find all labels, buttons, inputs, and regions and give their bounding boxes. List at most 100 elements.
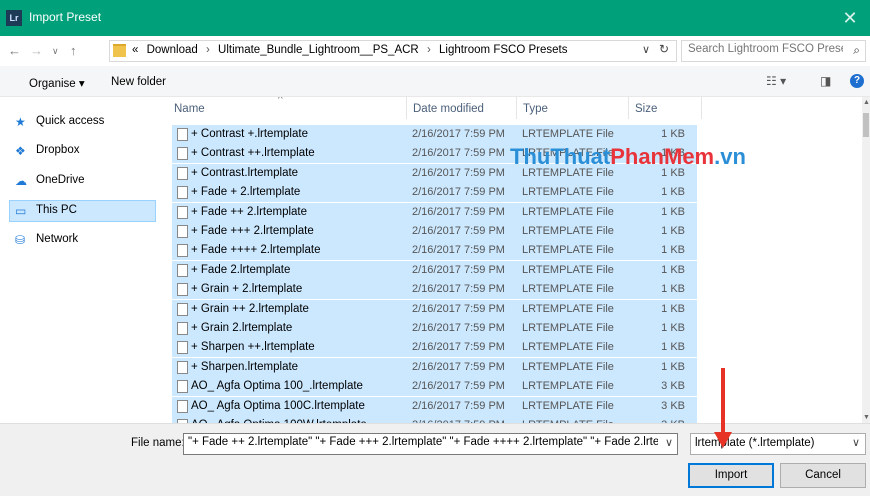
preview-pane-icon[interactable]: ◨ <box>820 74 831 88</box>
column-header-date-modified[interactable]: Date modified <box>413 103 484 125</box>
refresh-icon[interactable]: ↻ <box>659 42 669 56</box>
column-divider[interactable] <box>628 97 629 119</box>
file-name: + Sharpen.lrtemplate <box>191 360 299 373</box>
file-type: LRTEMPLATE File <box>522 302 614 315</box>
cancel-button[interactable]: Cancel <box>780 463 866 488</box>
file-type: LRTEMPLATE File <box>522 225 614 237</box>
file-type: LRTEMPLATE File <box>522 263 614 276</box>
file-size: 1 KB <box>661 186 685 199</box>
search-icon[interactable]: ⌕ <box>853 43 860 58</box>
window-title: Import Preset <box>29 10 102 24</box>
breadcrumb-ultimate-bundle[interactable]: Ultimate_Bundle_Lightroom__PS_ACR <box>218 44 419 56</box>
search-input[interactable] <box>688 43 843 55</box>
document-icon <box>177 360 188 374</box>
file-row[interactable]: AO_ Agfa Optima 100C.lrtemplate 2/16/2017… <box>172 396 697 416</box>
recent-locations-chevron-icon[interactable]: ∨ <box>52 46 59 57</box>
file-row[interactable]: + Grain ++ 2.lrtemplate 2/16/2017 7:59 PM… <box>172 299 697 319</box>
scroll-up-icon[interactable]: ▲ <box>863 99 870 106</box>
sidebar-item-label: Quick access <box>36 115 105 127</box>
document-icon <box>177 186 188 200</box>
file-date-modified: 2/16/2017 7:59 PM <box>412 399 505 412</box>
file-row[interactable]: + Grain 2.lrtemplate 2/16/2017 7:59 PM LRT… <box>172 319 697 338</box>
document-icon <box>177 147 188 161</box>
new-folder-button[interactable]: New folder <box>111 76 166 88</box>
file-size: 3 KB <box>661 399 685 412</box>
chevron-down-icon[interactable]: ∨ <box>665 436 673 449</box>
column-header-size[interactable]: Size <box>635 103 657 125</box>
file-type: LRTEMPLATE File <box>522 283 614 296</box>
file-size: 1 KB <box>661 128 685 140</box>
breadcrumb-download[interactable]: Download <box>147 44 198 56</box>
document-icon <box>177 166 188 180</box>
star-icon: ★ <box>15 115 26 129</box>
file-row[interactable]: AO_ Agfa Optima 100W.lrtemplate2/16/2017… <box>172 416 697 423</box>
file-row[interactable]: + Sharpen ++.lrtemplate 2/16/2017 7:59 PM… <box>172 338 697 358</box>
document-icon <box>177 205 188 219</box>
document-icon <box>177 341 188 355</box>
sidebar-item-quick-access[interactable]: ★ Quick access <box>10 112 155 132</box>
path-dropdown-icon[interactable]: ∨ <box>642 43 650 56</box>
view-options-icon[interactable]: ☷ ▾ <box>766 74 786 88</box>
file-date-modified: 2/16/2017 7:59 PM <box>412 360 505 373</box>
column-divider[interactable] <box>701 97 702 119</box>
column-divider[interactable] <box>406 97 407 119</box>
breadcrumb[interactable]: « Download › Ultimate_Bundle_Lightroom__… <box>132 44 567 56</box>
column-header-name[interactable]: Name <box>174 103 205 125</box>
scroll-down-icon[interactable]: ▼ <box>863 414 870 421</box>
file-row[interactable]: + Fade + 2.lrtemplate 2/16/2017 7:59 PM LR… <box>172 183 697 203</box>
organise-button[interactable]: Organise ▾ <box>29 76 85 90</box>
file-row[interactable]: + Fade +++ 2.lrtemplate 2/16/2017 7:59 PM… <box>172 222 697 241</box>
folder-icon <box>113 44 126 57</box>
file-type: LRTEMPLATE File <box>522 399 614 412</box>
document-icon <box>177 244 188 258</box>
file-type: LRTEMPLATE File <box>522 128 614 140</box>
file-row[interactable]: AO_ Agfa Optima 100_.lrtemplate 2/16/2017… <box>172 377 697 397</box>
file-name: + Fade ++++ 2.lrtemplate <box>191 244 321 257</box>
document-icon <box>177 263 188 277</box>
file-size: 1 KB <box>661 205 685 218</box>
file-row[interactable]: + Contrast +.lrtemplate 2/16/2017 7:59 PM… <box>172 125 697 144</box>
path-box[interactable]: « Download › Ultimate_Bundle_Lightroom__… <box>109 40 677 62</box>
file-date-modified: 2/16/2017 7:59 PM <box>412 380 505 393</box>
watermark-part-1: ThuThuat <box>510 144 611 169</box>
column-header-type[interactable]: Type <box>523 103 548 125</box>
sidebar-item-onedrive[interactable]: ☁ OneDrive <box>10 171 155 191</box>
file-type: LRTEMPLATE File <box>522 205 614 218</box>
vertical-scrollbar[interactable]: ▲ ▼ <box>862 97 870 423</box>
file-name-input[interactable] <box>188 436 658 448</box>
import-button[interactable]: Import <box>688 463 774 488</box>
scrollbar-thumb[interactable] <box>863 113 869 137</box>
file-size: 1 KB <box>661 263 685 276</box>
search-box[interactable]: ⌕ <box>681 40 866 62</box>
up-arrow-icon[interactable]: ↑ <box>70 43 77 58</box>
file-type: LRTEMPLATE File <box>522 186 614 199</box>
column-divider[interactable] <box>516 97 517 119</box>
file-name: + Grain ++ 2.lrtemplate <box>191 302 309 315</box>
close-icon[interactable]: ✕ <box>830 0 870 36</box>
breadcrumb-fsco-presets[interactable]: Lightroom FSCO Presets <box>439 44 567 56</box>
file-name-label: File name: <box>131 437 185 449</box>
network-icon: ⛁ <box>15 233 26 247</box>
file-row[interactable]: + Sharpen.lrtemplate 2/16/2017 7:59 PM LRT… <box>172 357 697 377</box>
file-row[interactable]: + Fade 2.lrtemplate 2/16/2017 7:59 PM LRTE… <box>172 260 697 280</box>
command-bar: Organise ▾ New folder ☷ ▾ ◨ ? <box>0 66 870 97</box>
file-row[interactable]: + Grain + 2.lrtemplate 2/16/2017 7:59 PM L… <box>172 280 697 300</box>
sidebar-item-label: OneDrive <box>36 174 85 186</box>
file-name-field[interactable]: ∨ <box>183 433 678 455</box>
sidebar-item-dropbox[interactable]: ❖ Dropbox <box>10 141 155 161</box>
sidebar-item-label: Dropbox <box>36 144 80 156</box>
help-icon[interactable]: ? <box>850 74 864 88</box>
forward-arrow-icon[interactable]: → <box>30 43 43 58</box>
chevron-right-icon: › <box>205 44 210 56</box>
breadcrumb-overflow[interactable]: « <box>132 44 138 56</box>
annotation-arrow-shaft <box>721 368 725 434</box>
back-arrow-icon[interactable]: ← <box>8 43 21 58</box>
file-row[interactable]: + Fade ++++ 2.lrtemplate 2/16/2017 7:59 P… <box>172 241 697 261</box>
file-name: + Fade + 2.lrtemplate <box>191 186 301 199</box>
sidebar-item-network[interactable]: ⛁ Network <box>10 230 155 250</box>
document-icon <box>177 128 188 141</box>
dropbox-icon: ❖ <box>15 144 26 158</box>
file-row[interactable]: + Fade ++ 2.lrtemplate 2/16/2017 7:59 PM L… <box>172 202 697 222</box>
sidebar-item-this-pc[interactable]: ▭ This PC <box>9 200 156 222</box>
chevron-down-icon[interactable]: ∨ <box>852 436 860 449</box>
